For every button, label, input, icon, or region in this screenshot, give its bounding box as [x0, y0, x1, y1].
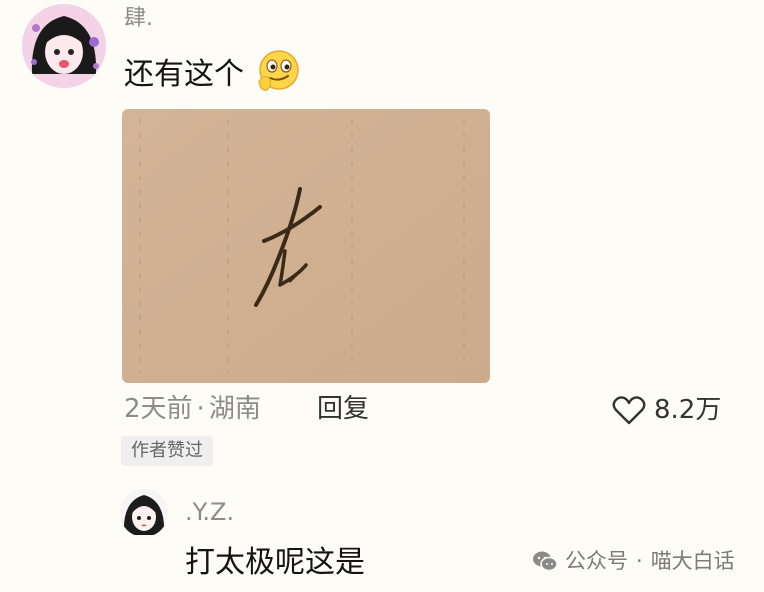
- heart-icon: [612, 396, 646, 425]
- like-count: 8.2万: [654, 395, 722, 425]
- reply-avatar-image: [120, 489, 168, 537]
- reply-username[interactable]: .Y.Z.: [185, 500, 234, 524]
- wechat-watermark: 公众号 · 喵大白话: [532, 550, 735, 572]
- commenter-avatar[interactable]: [22, 4, 106, 88]
- watermark-separator: ·: [636, 548, 643, 573]
- comment-time: 2天前: [124, 394, 193, 424]
- watermark-channel: 公众号: [565, 548, 628, 573]
- commenter-avatar-image: [22, 4, 106, 88]
- comment-text: 还有这个: [124, 57, 244, 92]
- meta-separator: ·: [196, 394, 205, 424]
- commenter-username[interactable]: 肆.: [124, 8, 153, 30]
- comment-meta: 2天前 · 湖南: [124, 396, 261, 422]
- watermark-name: 喵大白话: [650, 548, 735, 573]
- comment-image[interactable]: [122, 109, 490, 383]
- comment-location: 湖南: [208, 394, 261, 424]
- smirk-emoji-icon: [258, 50, 299, 91]
- reply-text: 打太极呢这是: [185, 545, 365, 580]
- reply-button[interactable]: 回复: [317, 396, 369, 422]
- reply-avatar[interactable]: [120, 489, 168, 537]
- wechat-icon: [533, 551, 558, 572]
- like-button[interactable]: 8.2万: [612, 394, 721, 426]
- handwritten-character-image: [122, 109, 490, 383]
- author-liked-badge: 作者赞过: [121, 436, 213, 466]
